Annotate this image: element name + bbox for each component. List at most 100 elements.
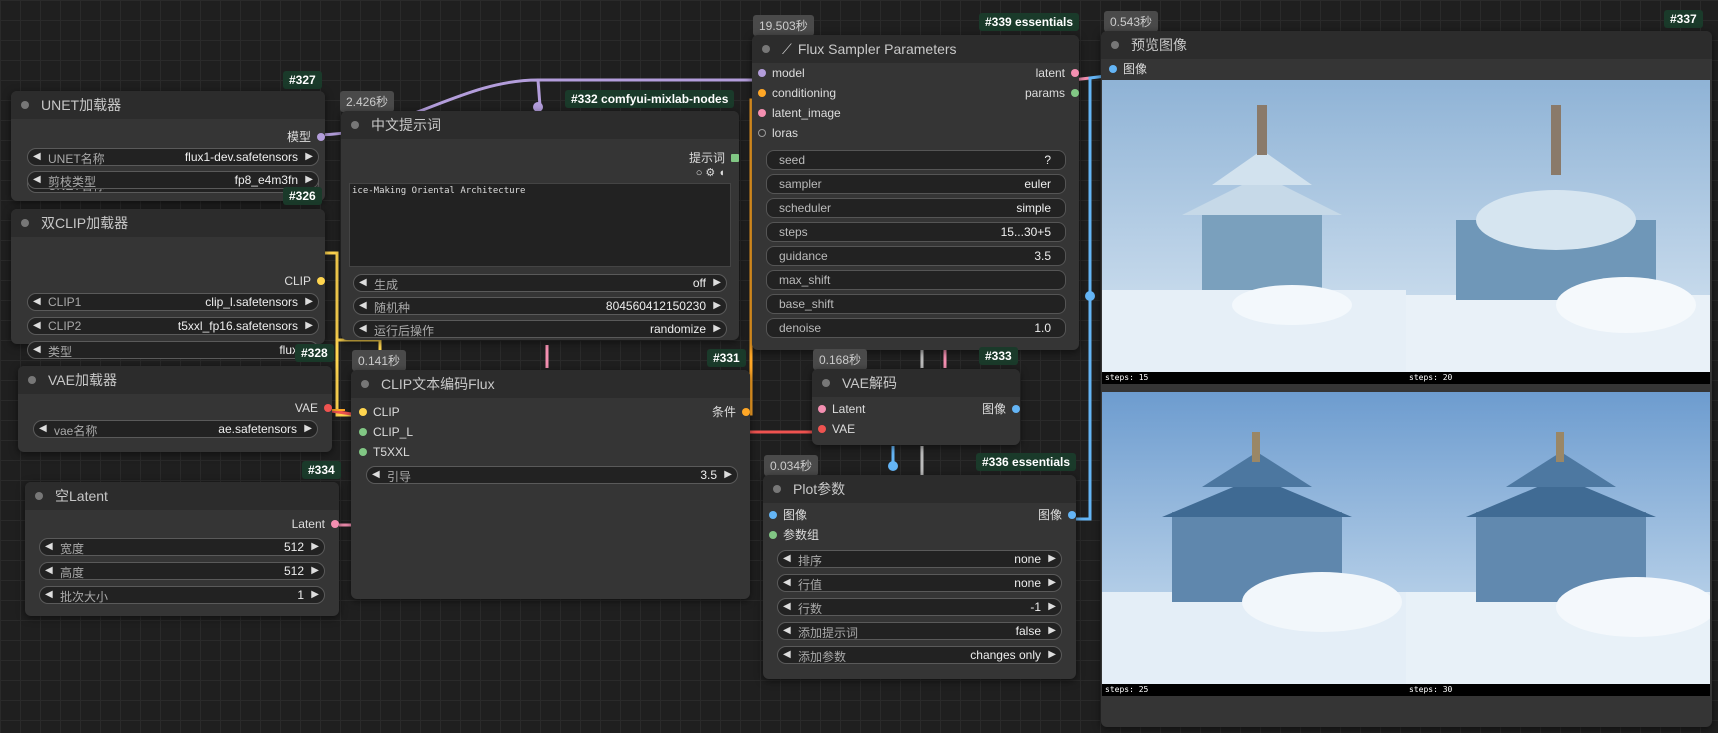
slot-dot-icon[interactable] <box>758 129 766 137</box>
arrow-left-icon[interactable]: ◀ <box>359 323 367 334</box>
slot-dot-icon[interactable] <box>758 69 766 77</box>
arrow-left-icon[interactable]: ◀ <box>39 423 47 434</box>
preview-image-node[interactable]: 预览图像 图像 steps: 15 steps: 20 steps: 25 st… <box>1101 31 1712 727</box>
circle-icon[interactable]: ○ <box>696 167 703 179</box>
collapse-dot-icon[interactable] <box>21 219 29 227</box>
slot-dot-icon[interactable] <box>359 428 367 436</box>
output-slot-latent[interactable]: Latent <box>292 515 339 533</box>
node-title[interactable]: 中文提示词 <box>341 111 739 139</box>
node-title[interactable]: CLIP文本编码Flux <box>351 370 750 398</box>
param-steps[interactable]: steps 15...30+5 <box>766 222 1066 242</box>
node-title[interactable]: 预览图像 <box>1101 31 1712 59</box>
arrow-left-icon[interactable]: ◀ <box>783 625 791 636</box>
slot-dot-icon[interactable] <box>324 404 332 412</box>
collapse-dot-icon[interactable] <box>773 485 781 493</box>
arrow-right-icon[interactable]: ▶ <box>724 469 732 480</box>
collapse-dot-icon[interactable] <box>1111 41 1119 49</box>
arrow-right-icon[interactable]: ▶ <box>305 296 313 307</box>
arrow-right-icon[interactable]: ▶ <box>305 320 313 331</box>
input-slot-image[interactable]: 图像 <box>767 506 807 524</box>
slot-dot-icon[interactable] <box>1012 405 1020 413</box>
arrow-right-icon[interactable]: ▶ <box>713 300 721 311</box>
output-slot-vae[interactable]: VAE <box>295 399 332 417</box>
arrow-right-icon[interactable]: ▶ <box>1048 577 1056 588</box>
collapse-dot-icon[interactable] <box>351 121 359 129</box>
collapse-dot-icon[interactable] <box>35 492 43 500</box>
widget-unet-name-row[interactable]: ◀ UNET名称 flux1-dev.safetensors ▶ <box>27 148 319 166</box>
arrow-left-icon[interactable]: ◀ <box>783 577 791 588</box>
arrow-left-icon[interactable]: ◀ <box>33 344 41 355</box>
input-slot-clip-l[interactable]: CLIP_L <box>357 423 413 441</box>
arrow-left-icon[interactable]: ◀ <box>33 296 41 307</box>
arrow-right-icon[interactable]: ▶ <box>713 277 721 288</box>
widget-row-value[interactable]: ◀ 行值 none ▶ <box>777 574 1062 592</box>
output-slot-image[interactable]: 图像 <box>1038 506 1076 524</box>
arrow-left-icon[interactable]: ◀ <box>45 565 53 576</box>
node-title[interactable]: VAE解码 <box>812 369 1020 397</box>
arrow-left-icon[interactable]: ◀ <box>359 277 367 288</box>
widget-clip1[interactable]: ◀ CLIP1 clip_l.safetensors ▶ <box>27 293 319 311</box>
input-slot-image[interactable]: 图像 <box>1107 60 1147 78</box>
grid-icon[interactable] <box>731 154 739 162</box>
preview-image-steps-30[interactable]: steps: 30 <box>1406 392 1710 696</box>
widget-row-count[interactable]: ◀ 行数 -1 ▶ <box>777 598 1062 616</box>
input-slot-latent-image[interactable]: latent_image <box>756 104 841 122</box>
param-denoise[interactable]: denoise 1.0 <box>766 318 1066 338</box>
node-title[interactable]: UNET加载器 <box>11 91 325 119</box>
slot-dot-icon[interactable] <box>1109 65 1117 73</box>
output-slot-conditioning[interactable]: 条件 <box>712 403 750 421</box>
widget-height[interactable]: ◀ 高度 512 ▶ <box>39 562 325 580</box>
collapse-dot-icon[interactable] <box>21 101 29 109</box>
param-max-shift[interactable]: max_shift <box>766 270 1066 290</box>
arrow-right-icon[interactable]: ▶ <box>304 423 312 434</box>
input-slot-loras[interactable]: loras <box>756 124 798 142</box>
node-title[interactable]: 双CLIP加载器 <box>11 209 325 237</box>
slot-dot-icon[interactable] <box>1071 89 1079 97</box>
input-slot-conditioning[interactable]: conditioning <box>756 84 836 102</box>
arrow-left-icon[interactable]: ◀ <box>33 151 41 162</box>
widget-clip2[interactable]: ◀ CLIP2 t5xxl_fp16.safetensors ▶ <box>27 317 319 335</box>
preview-image-steps-20[interactable]: steps: 20 <box>1406 80 1710 384</box>
widget-width[interactable]: ◀ 宽度 512 ▶ <box>39 538 325 556</box>
arrow-right-icon[interactable]: ▶ <box>1048 553 1056 564</box>
plot-params-node[interactable]: Plot参数 图像 参数组 图像 ◀ 排序 none ▶ ◀ 行值 none ▶ ◀ 行数 -1… <box>763 475 1076 679</box>
toggle-icon[interactable]: ◖ <box>718 167 725 179</box>
slot-dot-icon[interactable] <box>742 408 750 416</box>
slot-dot-icon[interactable] <box>818 405 826 413</box>
input-slot-t5xxl[interactable]: T5XXL <box>357 443 410 461</box>
flux-sampler-params-node[interactable]: ⟋ Flux Sampler Parameters model condition… <box>752 35 1079 350</box>
output-slot-model[interactable]: 模型 <box>287 128 325 146</box>
slot-dot-icon[interactable] <box>769 531 777 539</box>
collapse-dot-icon[interactable] <box>822 379 830 387</box>
widget-sort[interactable]: ◀ 排序 none ▶ <box>777 550 1062 568</box>
arrow-right-icon[interactable]: ▶ <box>1048 601 1056 612</box>
preview-image-steps-15[interactable]: steps: 15 <box>1102 80 1406 384</box>
arrow-right-icon[interactable]: ▶ <box>311 589 319 600</box>
widget-weight-type[interactable]: ◀ 剪枝类型 fp8_e4m3fn ▶ <box>27 171 319 189</box>
node-title[interactable]: 空Latent <box>25 482 339 510</box>
param-scheduler[interactable]: scheduler simple <box>766 198 1066 218</box>
arrow-right-icon[interactable]: ▶ <box>305 151 313 162</box>
clip-text-encode-flux-node[interactable]: CLIP文本编码Flux CLIP CLIP_L T5XXL 条件 ◀ 引导 3.5… <box>351 370 750 599</box>
widget-generate[interactable]: ◀ 生成 off ▶ <box>353 274 727 292</box>
vae-loader-node[interactable]: VAE加载器 VAE ◀ vae名称 ae.safetensors ▶ <box>18 366 332 452</box>
collapse-dot-icon[interactable] <box>762 45 770 53</box>
param-base-shift[interactable]: base_shift <box>766 294 1066 314</box>
slot-dot-icon[interactable] <box>317 133 325 141</box>
arrow-left-icon[interactable]: ◀ <box>33 320 41 331</box>
widget-add-prompt[interactable]: ◀ 添加提示词 false ▶ <box>777 622 1062 640</box>
widget-clip-type[interactable]: ◀类型flux▶ <box>27 341 319 359</box>
arrow-left-icon[interactable]: ◀ <box>45 541 53 552</box>
arrow-right-icon[interactable]: ▶ <box>311 541 319 552</box>
arrow-left-icon[interactable]: ◀ <box>783 553 791 564</box>
slot-dot-icon[interactable] <box>818 425 826 433</box>
arrow-left-icon[interactable]: ◀ <box>33 174 41 185</box>
empty-latent-node[interactable]: 空Latent Latent ◀ 宽度 512 ▶ ◀ 高度 512 ▶ ◀ 批次大小 1 ▶ <box>25 482 339 616</box>
slot-dot-icon[interactable] <box>758 89 766 97</box>
param-sampler[interactable]: sampler euler <box>766 174 1066 194</box>
input-slot-latent[interactable]: Latent <box>816 400 865 418</box>
arrow-right-icon[interactable]: ▶ <box>1048 649 1056 660</box>
param-seed[interactable]: seed? <box>766 150 1066 170</box>
slot-dot-icon[interactable] <box>359 408 367 416</box>
slot-dot-icon[interactable] <box>317 277 325 285</box>
